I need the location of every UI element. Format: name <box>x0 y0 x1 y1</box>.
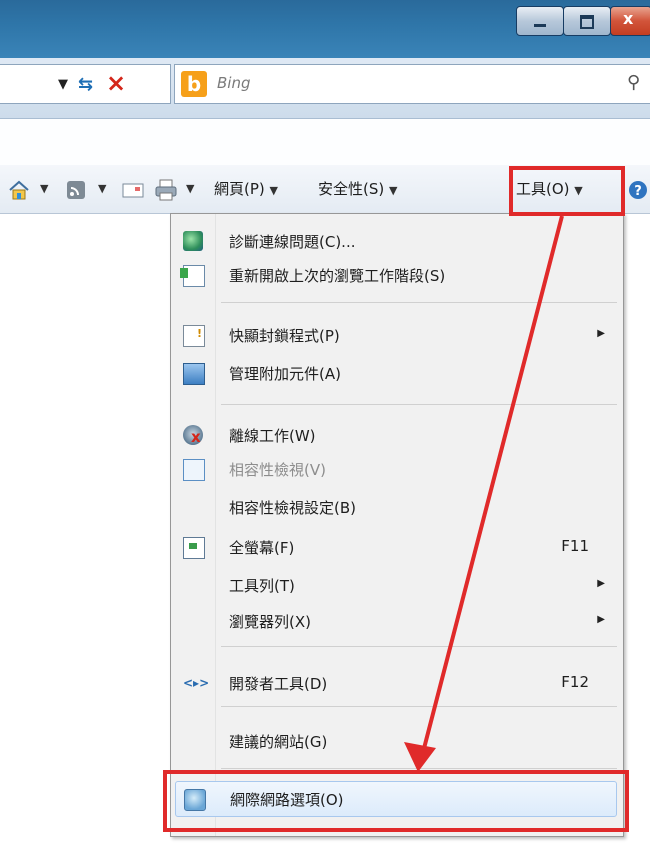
annotation-arrow <box>404 215 564 772</box>
